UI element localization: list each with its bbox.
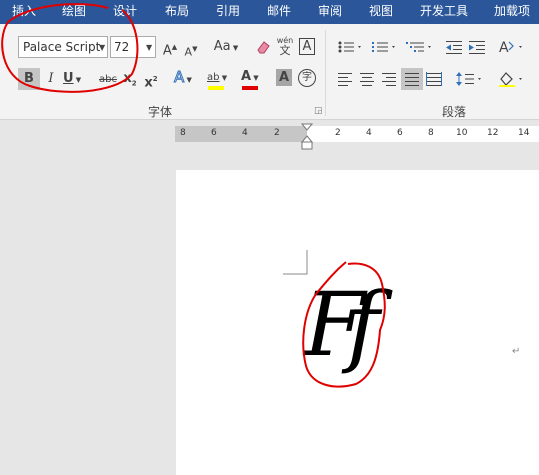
red-annotation-overlay bbox=[1, 3, 386, 388]
annotation-circle-text bbox=[302, 261, 386, 388]
annotation-circle-font bbox=[1, 3, 139, 93]
